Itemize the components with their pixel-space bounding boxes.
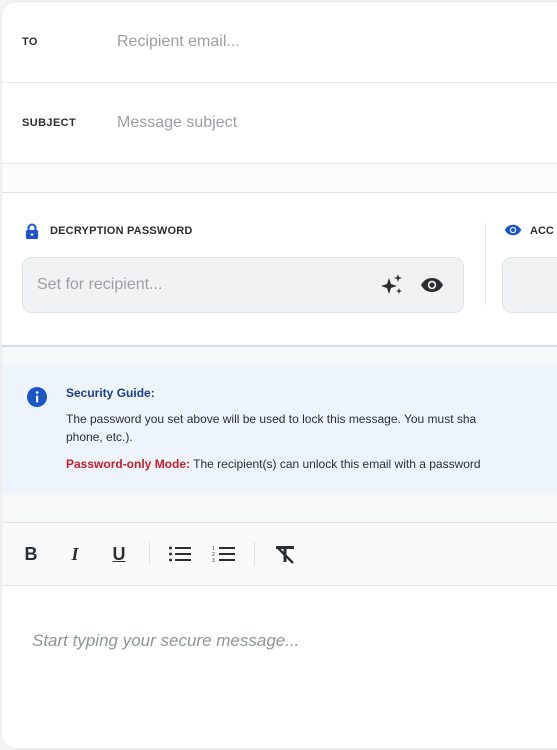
message-editor[interactable]: Start typing your secure message... <box>2 586 557 748</box>
clear-format-button[interactable] <box>263 532 307 576</box>
password-panel: DECRYPTION PASSWORD ACC <box>2 193 557 347</box>
access-title: ACC <box>530 225 554 237</box>
access-heading: ACC <box>504 223 554 239</box>
subject-label: SUBJECT <box>22 117 77 129</box>
guide-body: The password you set above will be used … <box>66 410 557 446</box>
bullet-list-icon <box>169 546 191 562</box>
access-field[interactable] <box>502 257 557 313</box>
toggle-password-visibility-button[interactable] <box>417 270 447 300</box>
sparkle-icon <box>381 274 402 294</box>
format-toolbar: B I U 123 <box>2 523 557 586</box>
bullet-list-button[interactable] <box>158 532 202 576</box>
column-divider <box>485 223 486 305</box>
svg-text:3: 3 <box>212 558 215 563</box>
toolbar-separator <box>254 542 255 566</box>
decryption-password-input[interactable] <box>23 275 377 295</box>
compose-card: TO SUBJECT DECRYPTION PASSWORD <box>2 2 557 748</box>
password-heading: DECRYPTION PASSWORD <box>24 223 193 239</box>
section-spacer <box>2 494 557 523</box>
to-label: TO <box>22 36 38 48</box>
clear-format-icon <box>276 546 294 564</box>
security-guide: Security Guide: The password you set abo… <box>2 364 557 494</box>
info-icon <box>26 386 48 408</box>
numbered-list-icon: 123 <box>212 546 235 563</box>
password-title: DECRYPTION PASSWORD <box>50 225 193 237</box>
guide-mode: Password-only Mode: The recipient(s) can… <box>66 457 481 471</box>
editor-placeholder: Start typing your secure message... <box>32 631 300 650</box>
section-spacer <box>2 164 557 193</box>
lock-icon <box>24 223 40 239</box>
to-row: TO <box>2 2 557 83</box>
underline-button[interactable]: U <box>97 532 141 576</box>
guide-line-1: The password you set above will be used … <box>66 412 477 426</box>
subject-input[interactable] <box>115 113 519 133</box>
generate-password-button[interactable] <box>377 270 407 300</box>
eye-icon <box>421 278 443 292</box>
subject-row: SUBJECT <box>2 83 557 164</box>
guide-title: Security Guide: <box>66 386 155 400</box>
eye-icon <box>504 223 522 239</box>
toolbar-separator <box>149 542 150 566</box>
recipient-email-input[interactable] <box>115 32 519 52</box>
bold-button[interactable]: B <box>9 532 53 576</box>
mode-label: Password-only Mode: <box>66 457 191 471</box>
guide-line-2: phone, etc.). <box>66 430 133 444</box>
italic-button[interactable]: I <box>53 532 97 576</box>
mode-text: The recipient(s) can unlock this email w… <box>190 457 481 471</box>
password-field <box>22 257 464 313</box>
numbered-list-button[interactable]: 123 <box>202 532 246 576</box>
section-spacer <box>2 347 557 364</box>
